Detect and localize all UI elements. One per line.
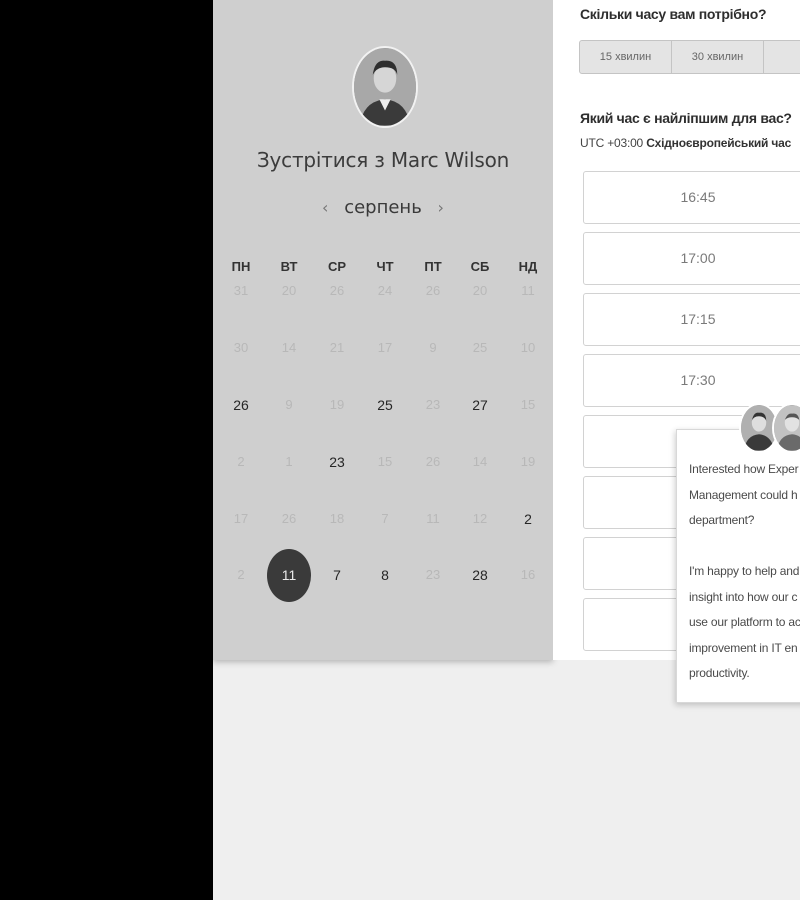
calendar-panel: Зустрітися з Marc Wilson ‹ серпень › ПН В… xyxy=(213,0,553,660)
unavailable-day: 20 xyxy=(281,283,297,298)
unavailable-day: 11 xyxy=(521,283,535,298)
agent-avatar xyxy=(772,403,800,453)
month-navigator: ‹ серпень › xyxy=(213,197,553,218)
time-slot[interactable]: 17:30 xyxy=(583,354,800,407)
unavailable-day: 14 xyxy=(472,454,488,469)
unavailable-day: 15 xyxy=(377,454,393,469)
available-day[interactable]: 2 xyxy=(508,505,548,533)
chevron-right-icon[interactable]: › xyxy=(428,198,454,217)
unavailable-day: 9 xyxy=(429,340,437,355)
unavailable-day: 31 xyxy=(233,283,249,298)
unavailable-day: 26 xyxy=(425,454,441,469)
unavailable-day: 1 xyxy=(285,454,293,469)
unavailable-day: 2 xyxy=(237,454,245,469)
chat-agent-avatars xyxy=(739,403,800,455)
unavailable-day: 26 xyxy=(329,283,345,298)
chat-message-line xyxy=(689,534,800,560)
available-day[interactable]: 28 xyxy=(460,561,500,589)
chat-message-line: department? xyxy=(689,513,755,527)
unavailable-day: 30 xyxy=(233,340,249,355)
unavailable-day: 23 xyxy=(425,397,441,412)
meeting-title: Зустрітися з Marc Wilson xyxy=(256,148,510,172)
unavailable-day: 16 xyxy=(520,567,536,582)
timezone-offset: UTC +03:00 xyxy=(580,136,644,150)
weekday-label: ВТ xyxy=(280,259,298,274)
unavailable-day: 11 xyxy=(426,511,440,526)
unavailable-day: 20 xyxy=(472,283,488,298)
scheduler-page: Зустрітися з Marc Wilson ‹ серпень › ПН В… xyxy=(213,0,800,900)
chat-message-line: Management could h xyxy=(689,487,798,502)
duration-tab-15[interactable]: 15 хвилин xyxy=(580,41,672,73)
duration-tab-60[interactable]: 1 xyxy=(764,41,800,73)
selected-day[interactable]: 11 xyxy=(267,549,311,602)
unavailable-day: 12 xyxy=(472,511,488,526)
unavailable-day: 19 xyxy=(329,397,345,412)
weekday-label: СР xyxy=(327,259,347,274)
time-slot[interactable]: 17:00 xyxy=(583,232,800,285)
unavailable-day: 26 xyxy=(425,283,441,298)
duration-heading: Скільки часу вам потрібно? xyxy=(580,6,767,22)
unavailable-day: 23 xyxy=(425,567,441,582)
timezone-label: UTC +03:00 Східноєвропейський час xyxy=(580,136,791,150)
weekday-header: ПН ВТ СР ЧТ ПТ СБ НД xyxy=(217,259,553,277)
unavailable-day: 17 xyxy=(377,340,393,355)
unavailable-day: 26 xyxy=(281,511,297,526)
chat-message-line: productivity. xyxy=(689,666,750,680)
calendar-grid: 31 20 26 24 26 20 11 30 14 21 17 9 25 10 26 9 19 25 23 27 15… xyxy=(217,277,553,607)
unavailable-day: 18 xyxy=(329,511,345,526)
unavailable-day: 7 xyxy=(381,511,389,526)
available-day[interactable]: 8 xyxy=(365,561,405,589)
unavailable-day: 19 xyxy=(520,454,536,469)
chat-message-line: I'm happy to help and xyxy=(689,564,800,578)
chat-message-line: improvement in IT en xyxy=(689,640,798,655)
duration-tab-30[interactable]: 30 хвилин xyxy=(672,41,764,73)
time-slot[interactable]: 17:15 xyxy=(583,293,800,346)
weekday-label: НД xyxy=(518,259,538,274)
weekday-label: ПН xyxy=(231,259,251,274)
unavailable-day: 24 xyxy=(377,283,393,298)
available-day[interactable]: 25 xyxy=(365,391,405,419)
unavailable-day: 14 xyxy=(281,340,297,355)
unavailable-day: 25 xyxy=(472,340,488,355)
weekday-label: ПТ xyxy=(424,259,442,274)
available-day[interactable]: 7 xyxy=(317,561,357,589)
available-day[interactable]: 27 xyxy=(460,391,500,419)
weekday-label: СБ xyxy=(470,259,490,274)
chat-message: Interested how Exper Management could h de… xyxy=(689,457,800,687)
timezone-name: Східноєвропейський час xyxy=(646,136,792,150)
unavailable-day: 9 xyxy=(285,397,293,412)
available-day[interactable]: 23 xyxy=(317,448,357,476)
unavailable-day: 2 xyxy=(237,567,245,582)
unavailable-day: 15 xyxy=(520,397,536,412)
duration-tabs: 15 хвилин 30 хвилин 1 xyxy=(579,40,800,74)
available-day[interactable]: 26 xyxy=(221,391,261,419)
time-slot[interactable]: 16:45 xyxy=(583,171,800,224)
time-heading: Який час є найліпшим для вас? xyxy=(580,110,792,126)
chat-message-line: Interested how Exper xyxy=(689,462,799,476)
unavailable-day: 10 xyxy=(520,340,536,355)
weekday-label: ЧТ xyxy=(376,259,394,274)
chevron-left-icon[interactable]: ‹ xyxy=(312,198,338,217)
unavailable-day: 17 xyxy=(233,511,249,526)
unavailable-day: 21 xyxy=(329,340,345,355)
month-label: серпень xyxy=(344,197,422,218)
chat-message-line: insight into how our c xyxy=(689,589,798,604)
chat-message-line: use our platform to ac xyxy=(689,615,800,629)
host-avatar xyxy=(352,46,418,128)
